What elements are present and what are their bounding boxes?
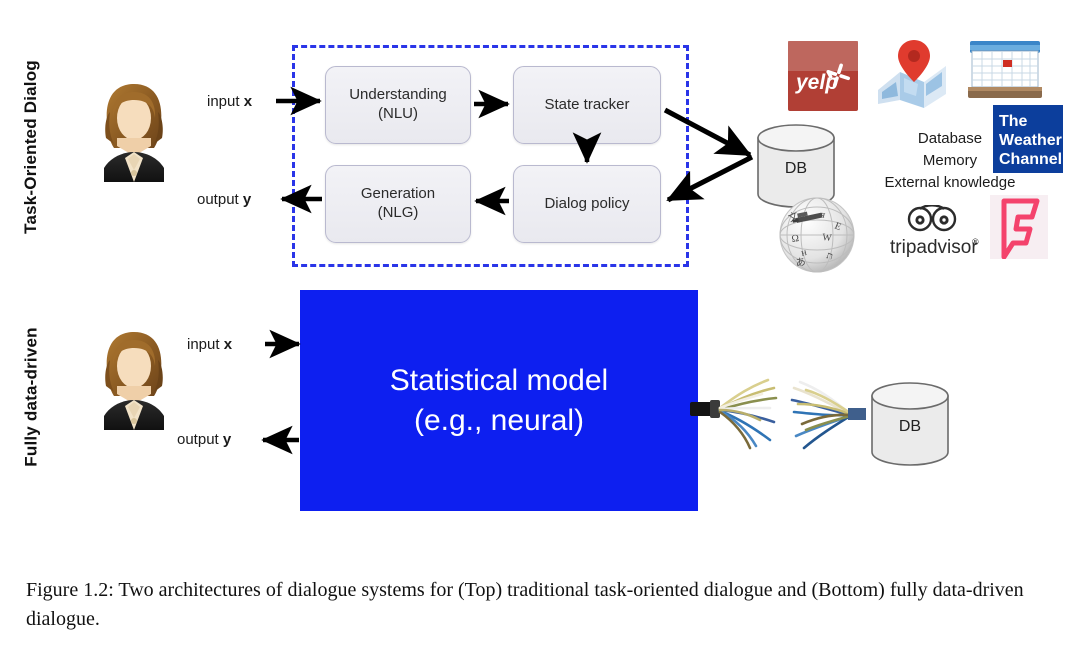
module-dialog-policy-line1: Dialog policy (544, 194, 630, 212)
io-label-input-bottom: input x (187, 336, 232, 353)
google-maps-icon (874, 38, 950, 110)
svg-text:Channel: Channel (999, 151, 1062, 168)
yelp-logo: yelp (788, 41, 858, 111)
module-nlu-line2: (NLU) (378, 105, 418, 122)
module-state-tracker-line1: State tracker (544, 95, 630, 113)
module-nlg-line2: (NLG) (377, 204, 419, 221)
statistical-model-line1: Statistical model (389, 363, 609, 397)
row-label-task-oriented: Task-Oriented Dialog (21, 60, 40, 234)
knowledge-source-line-external: External knowledge (884, 174, 1016, 192)
svg-text:®: ® (972, 237, 979, 247)
calendar-icon (968, 39, 1042, 103)
database-label-top: DB (784, 160, 808, 177)
output-symbol-bottom: y (222, 431, 232, 448)
svg-text:Weather: Weather (999, 132, 1062, 149)
statistical-model-line2: (e.g., neural) (413, 403, 585, 437)
module-generation-nlg[interactable]: Generation (NLG) (325, 165, 471, 243)
user-avatar-top (92, 78, 176, 182)
database-cylinder-bottom: DB (869, 382, 951, 466)
tripadvisor-wordmark: tripadvisor (890, 237, 978, 258)
input-symbol-top: x (243, 93, 253, 110)
input-prefix-top: input (207, 93, 244, 110)
foursquare-logo (990, 195, 1048, 260)
svg-text:The: The (999, 113, 1028, 130)
user-avatar-bottom (92, 326, 176, 430)
module-nlg-line1: Generation (360, 185, 436, 203)
io-label-input-top: input x (207, 93, 252, 110)
statistical-model-box[interactable]: Statistical model (e.g., neural) (300, 290, 698, 511)
network-cable-bundle (690, 358, 880, 464)
module-nlu-line1: Understanding (349, 86, 447, 104)
module-dialog-policy[interactable]: Dialog policy (513, 165, 661, 243)
the-weather-channel-logo: The Weather Channel (993, 105, 1063, 173)
svg-text:あ: あ (795, 256, 806, 269)
wikipedia-logo: 文 я E Ω W н ת あ (778, 196, 856, 274)
figure-caption: Figure 1.2: Two architectures of dialogu… (26, 579, 1024, 630)
tripadvisor-logo: tripadvisor ® (886, 204, 982, 259)
io-label-output-top: output y (197, 191, 251, 208)
output-symbol-top: y (242, 191, 252, 208)
module-understanding-nlu[interactable]: Understanding (NLU) (325, 66, 471, 144)
figure-container: Task-Oriented Dialog Fully data-driven i… (0, 0, 1080, 662)
output-prefix-top: output (197, 191, 243, 208)
svg-text:Ω: Ω (791, 233, 800, 245)
io-label-output-bottom: output y (177, 431, 231, 448)
database-label-bottom: DB (898, 418, 922, 435)
svg-text:W: W (822, 232, 833, 244)
output-prefix-bottom: output (177, 431, 223, 448)
input-symbol-bottom: x (223, 336, 233, 353)
input-prefix-bottom: input (187, 336, 224, 353)
row-label-fully-data-driven: Fully data-driven (21, 327, 41, 467)
module-state-tracker[interactable]: State tracker (513, 66, 661, 144)
